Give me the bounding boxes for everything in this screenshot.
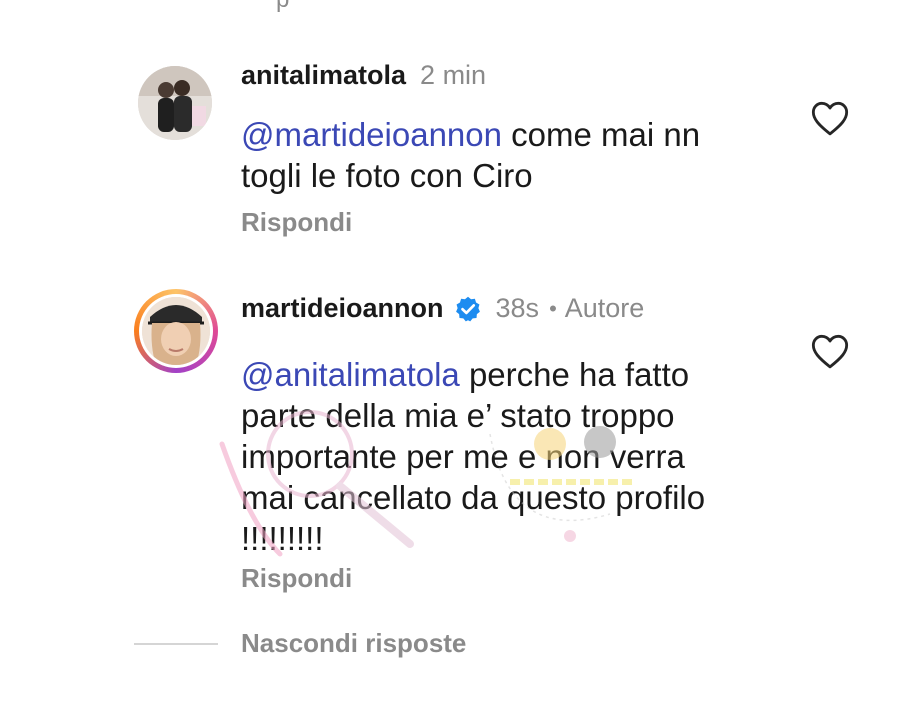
mention-link[interactable]: @martideioannon xyxy=(241,116,502,153)
username[interactable]: anitalimatola xyxy=(241,60,406,91)
mention-link[interactable]: @anitalimatola xyxy=(241,356,460,393)
divider xyxy=(134,642,218,645)
avatar xyxy=(142,297,210,365)
comment-text: @anitalimatola perche ha fatto parte del… xyxy=(241,354,741,559)
hide-replies-button[interactable]: Nascondi risposte xyxy=(241,628,466,659)
comment-header: martideioannon 38s • Autore xyxy=(241,293,644,324)
avatar-photo xyxy=(138,66,212,140)
separator-dot: • xyxy=(549,295,557,321)
reply-button[interactable]: Rispondi xyxy=(241,207,352,238)
avatar[interactable] xyxy=(138,66,212,140)
previous-comment-fragment: p xyxy=(276,0,289,14)
username[interactable]: martideioannon xyxy=(241,293,444,324)
heart-outline-icon xyxy=(811,101,849,136)
comment-header: anitalimatola 2 min xyxy=(241,60,486,91)
hide-replies-row[interactable]: Nascondi risposte xyxy=(134,628,466,659)
heart-outline-icon xyxy=(811,334,849,369)
avatar-photo xyxy=(142,297,210,365)
like-button[interactable] xyxy=(810,99,850,137)
author-label: Autore xyxy=(564,293,645,323)
avatar-ring-gap xyxy=(139,294,213,368)
timestamp: 38s xyxy=(495,293,540,323)
reply-button[interactable]: Rispondi xyxy=(241,563,352,594)
timestamp: 2 min xyxy=(420,60,487,90)
comment-text: @martideioannon come mai nn togli le fot… xyxy=(241,114,761,196)
like-button[interactable] xyxy=(810,332,850,370)
verified-badge-icon xyxy=(454,295,482,323)
avatar-story-ring[interactable] xyxy=(134,289,218,373)
